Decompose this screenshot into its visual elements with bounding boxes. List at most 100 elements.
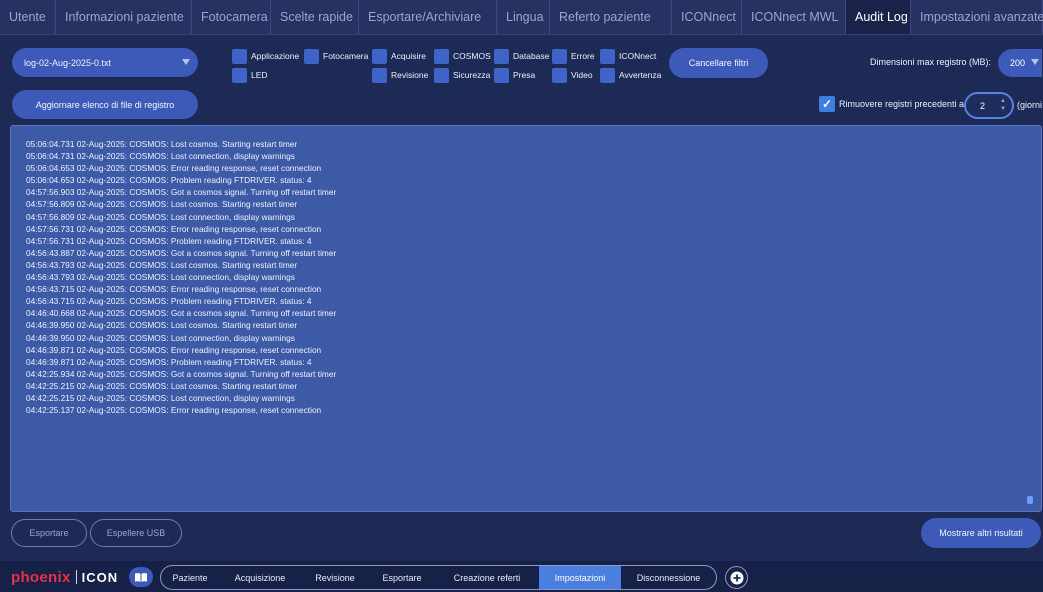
checkbox-icon [304,48,319,64]
filter-cosmos-label: COSMOS [453,51,491,61]
book-icon [135,572,147,582]
checkbox-icon [232,48,247,64]
log-line: 04:57:56.731 02-Aug-2025: COSMOS: Proble… [26,235,312,246]
filter-revisione[interactable]: Revisione [372,67,428,83]
tab-lingua[interactable]: Lingua [497,0,550,34]
brand-phoenix: phoenix [11,568,71,586]
nav-acquisizione[interactable]: Acquisizione [219,566,301,589]
eject-usb-button[interactable]: Espellere USB [90,519,182,547]
log-line: 04:46:39.871 02-Aug-2025: COSMOS: Proble… [26,356,312,367]
filter-avvertenza-label: Avvertenza [619,70,662,80]
tab-fotocamera[interactable]: Fotocamera [192,0,271,34]
log-line: 04:56:43.715 02-Aug-2025: COSMOS: Error … [26,284,322,295]
log-line: 05:06:04.731 02-Aug-2025: COSMOS: Lost c… [26,139,298,149]
checkbox-icon [494,67,509,83]
show-more-results-button[interactable]: Mostrare altri risultati [921,518,1041,548]
brand-icon-text: ICON [81,569,119,585]
nav-esportare[interactable]: Esportare [369,566,435,589]
filter-errore[interactable]: Errore [552,48,595,64]
log-output-panel[interactable]: 05:06:04.731 02-Aug-2025: COSMOS: Lost c… [10,125,1042,512]
tab-iconnect-mwl[interactable]: ICONnect MWL [742,0,846,34]
log-scrollbar[interactable] [1027,138,1033,506]
nav-paziente[interactable]: Paziente [161,566,219,589]
filter-iconnect[interactable]: ICONnect [600,48,656,64]
log-file-value: log-02-Aug-2025-0.txt [24,57,112,68]
remove-old-logs-checkbox[interactable]: ✓ Rimuovere registri precedenti a [819,95,964,113]
checkbox-icon [372,48,387,64]
checkbox-icon [372,67,387,83]
tab-audit-log[interactable]: Audit Log [846,0,911,34]
bottom-nav-bar: phoenix ICON Paziente Acquisizione Revis… [0,561,1043,592]
log-file-select[interactable]: log-02-Aug-2025-0.txt [12,48,198,77]
checkmark-icon: ✓ [819,96,835,112]
filter-cosmos[interactable]: COSMOS [434,48,491,64]
log-line: 04:56:43.793 02-Aug-2025: COSMOS: Lost c… [26,259,298,270]
log-line: 04:46:39.871 02-Aug-2025: COSMOS: Error … [26,344,322,355]
filter-database[interactable]: Database [494,48,549,64]
checkbox-icon [552,67,567,83]
filter-acquisire[interactable]: Acquisire [372,48,426,64]
main-nav: Paziente Acquisizione Revisione Esportar… [160,565,717,590]
log-line: 04:42:25.215 02-Aug-2025: COSMOS: Lost c… [26,392,295,403]
filter-sicurezza[interactable]: Sicurezza [434,67,490,83]
log-line: 04:42:25.934 02-Aug-2025: COSMOS: Got a … [26,368,337,379]
filter-applicazione-label: Applicazione [251,51,300,61]
settings-tab-bar: Utente Informazioni paziente Fotocamera … [0,0,1043,35]
log-line: 04:57:56.809 02-Aug-2025: COSMOS: Lost c… [26,199,298,210]
nav-impostazioni[interactable]: Impostazioni [539,566,621,589]
checkbox-icon [434,67,449,83]
nav-creazione-referti[interactable]: Creazione referti [435,566,539,589]
days-unit-label: (giorni [1017,100,1043,110]
checkbox-icon [434,48,449,64]
clear-filters-button[interactable]: Cancellare filtri [669,48,768,78]
log-line: 04:56:43.793 02-Aug-2025: COSMOS: Lost c… [26,272,295,283]
filter-video[interactable]: Video [552,67,593,83]
log-line: 05:06:04.653 02-Aug-2025: COSMOS: Proble… [26,175,312,186]
tab-impostazioni-avanzate[interactable]: Impostazioni avanzate [911,0,1043,34]
scroll-thumb[interactable] [1027,496,1033,504]
log-line: 04:46:40.668 02-Aug-2025: COSMOS: Got a … [26,308,337,319]
filter-acquisire-label: Acquisire [391,51,426,61]
add-button[interactable] [725,566,748,589]
log-line: 04:46:39.950 02-Aug-2025: COSMOS: Lost c… [26,332,295,343]
log-lines: 05:06:04.731 02-Aug-2025: COSMOS: Lost c… [26,138,336,416]
filter-applicazione[interactable]: Applicazione [232,48,299,64]
nav-disconnessione[interactable]: Disconnessione [621,566,716,589]
filter-avvertenza[interactable]: Avvertenza [600,67,661,83]
checkbox-icon [600,67,615,83]
filter-led[interactable]: LED [232,67,268,83]
checkbox-icon [600,48,615,64]
max-log-size-select[interactable]: 200 [998,49,1042,77]
nav-revisione[interactable]: Revisione [301,566,369,589]
log-line: 04:42:25.215 02-Aug-2025: COSMOS: Lost c… [26,380,298,391]
stepper-arrows-icon[interactable]: ▲ ▼ [1000,97,1006,113]
filter-errore-label: Errore [571,51,595,61]
tab-iconnect[interactable]: ICONnect [672,0,742,34]
tab-esportare-archiviare[interactable]: Esportare/Archiviare [359,0,497,34]
days-value: 2 [980,100,986,111]
tab-scelte-rapide[interactable]: Scelte rapide [271,0,359,34]
filter-fotocamera-label: Fotocamera [323,51,369,61]
tab-utente[interactable]: Utente [0,0,56,34]
checkbox-icon [552,48,567,64]
filter-presa-label: Presa [513,70,536,80]
plus-icon [730,571,743,584]
refresh-log-list-button[interactable]: Aggiornare elenco di file di registro [12,90,198,119]
log-line: 04:57:56.731 02-Aug-2025: COSMOS: Error … [26,223,322,234]
remove-old-logs-label: Rimuovere registri precedenti a [839,99,965,109]
tab-referto-paziente[interactable]: Referto paziente [550,0,672,34]
export-button[interactable]: Esportare [11,519,87,547]
tab-informazioni-paziente[interactable]: Informazioni paziente [56,0,192,34]
filter-fotocamera[interactable]: Fotocamera [304,48,368,64]
filter-led-label: LED [251,70,268,80]
audit-log-controls: log-02-Aug-2025-0.txt Aggiornare elenco … [0,35,1043,122]
chevron-down-icon [182,59,190,65]
book-button[interactable] [129,567,153,587]
max-log-size-label: Dimensioni max registro (MB): [870,57,992,67]
log-line: 05:06:04.731 02-Aug-2025: COSMOS: Lost c… [26,151,295,162]
phoenix-icon-logo: phoenix ICON [11,568,118,586]
days-stepper[interactable]: 2 ▲ ▼ [964,92,1014,119]
filter-presa[interactable]: Presa [494,67,535,83]
log-line: 04:56:43.715 02-Aug-2025: COSMOS: Proble… [26,296,312,307]
brand-divider [75,570,77,584]
